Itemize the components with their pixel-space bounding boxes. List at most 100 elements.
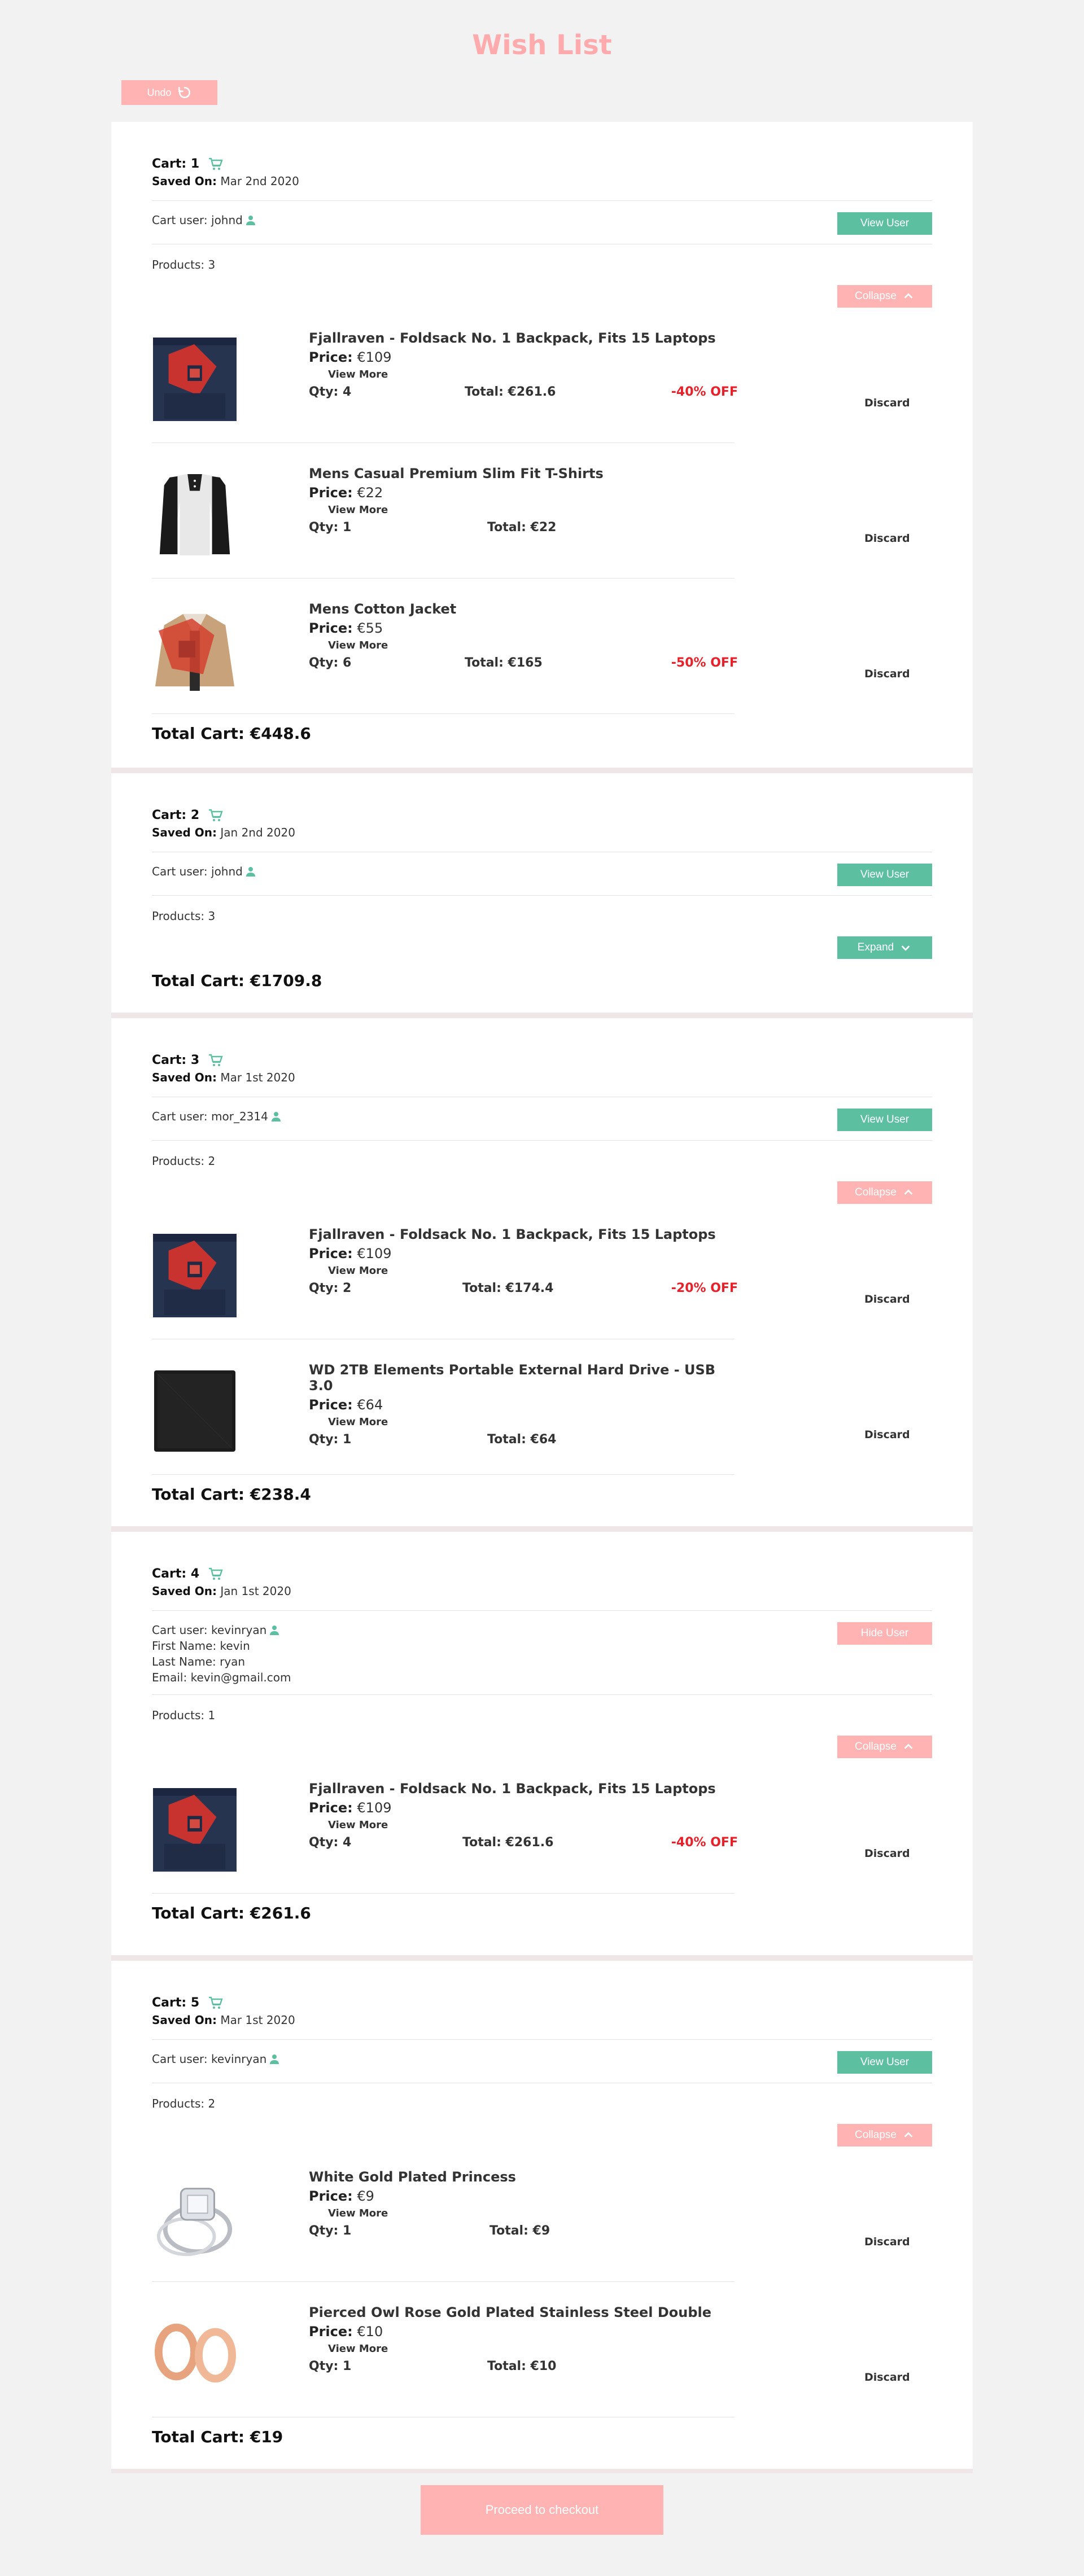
product-item: Fjallraven - Foldsack No. 1 Backpack, Fi… (152, 308, 932, 443)
saved-on-date: Jan 1st 2020 (220, 1584, 291, 1598)
cart-title: Cart: 3 (152, 1053, 200, 1067)
collapse-button[interactable]: Collapse (837, 1736, 932, 1758)
undo-icon (178, 87, 190, 98)
discard-button[interactable]: Discard (864, 1293, 910, 1305)
price-label: Price: (309, 349, 353, 365)
price-label: Price: (309, 2188, 353, 2204)
product-item: WD 2TB Elements Portable External Hard D… (152, 1339, 932, 1475)
product-name: WD 2TB Elements Portable External Hard D… (309, 1362, 716, 1394)
proceed-to-checkout-button[interactable]: Proceed to checkout (421, 2485, 663, 2535)
discard-button[interactable]: Discard (864, 2371, 910, 2384)
chevron-up-icon (904, 1743, 913, 1749)
view-user-button[interactable]: View User (837, 864, 932, 886)
product-price: €9 (357, 2188, 374, 2204)
cart-title: Cart: 1 (152, 157, 200, 171)
cart-user-name: mor_2314 (211, 1110, 268, 1123)
product-total: Total: €9 (489, 2224, 550, 2238)
view-more-link[interactable]: View More (328, 2207, 738, 2219)
shopping-cart-icon (209, 157, 223, 170)
user-icon (246, 216, 255, 225)
cart-total: Total Cart: €238.4 (152, 1485, 311, 1504)
view-more-link[interactable]: View More (328, 369, 738, 380)
product-name: Pierced Owl Rose Gold Plated Stainless S… (309, 2305, 712, 2320)
view-user-button[interactable]: View User (837, 2051, 932, 2074)
discard-button[interactable]: Discard (864, 2236, 910, 2248)
product-qty: Qty: 6 (309, 656, 352, 670)
page-title: Wish List (472, 29, 612, 61)
product-name: Mens Casual Premium Slim Fit T-Shirts (309, 466, 604, 481)
collapse-button[interactable]: Collapse (837, 2124, 932, 2146)
view-more-link[interactable]: View More (328, 2343, 738, 2355)
view-more-link[interactable]: View More (328, 1819, 738, 1831)
user-first-name: First Name: kevin (152, 1639, 250, 1653)
undo-button[interactable]: Undo (121, 80, 217, 105)
chevron-down-icon (901, 945, 910, 951)
rose-gold-earrings-image (153, 2312, 237, 2395)
discard-button[interactable]: Discard (864, 397, 910, 409)
discard-button[interactable]: Discard (864, 1847, 910, 1860)
cart-user-label: Cart user: (152, 1110, 208, 1123)
price-label: Price: (309, 1246, 353, 1261)
cart-card: Cart: 4 Saved On: Jan 1st 2020 Cart user… (111, 1532, 973, 1955)
saved-on-date: Mar 2nd 2020 (220, 174, 299, 188)
cart-title: Cart: 5 (152, 1996, 200, 2010)
products-count: Products: 2 (152, 2097, 216, 2110)
shopping-cart-icon (209, 1054, 223, 1066)
hard-drive-image (153, 1369, 237, 1453)
product-qty: Qty: 4 (309, 1835, 352, 1850)
ring-image (153, 2176, 237, 2260)
discard-button[interactable]: Discard (864, 668, 910, 680)
product-name: Mens Cotton Jacket (309, 601, 457, 617)
user-icon (270, 1626, 279, 1635)
chevron-up-icon (904, 2132, 913, 2137)
cart-user-name: kevinryan (211, 1623, 267, 1637)
product-item: Fjallraven - Foldsack No. 1 Backpack, Fi… (152, 1758, 932, 1894)
view-more-link[interactable]: View More (328, 1265, 738, 1277)
shopping-cart-icon (209, 1567, 223, 1580)
product-price: €22 (357, 485, 383, 501)
view-user-button[interactable]: View User (837, 1109, 932, 1131)
discard-button[interactable]: Discard (864, 1429, 910, 1441)
view-more-link[interactable]: View More (328, 504, 738, 516)
user-icon (270, 2054, 279, 2064)
cart-total: Total Cart: €1709.8 (152, 971, 322, 990)
view-more-link[interactable]: View More (328, 639, 738, 651)
product-price: €10 (357, 2324, 383, 2340)
user-email: Email: kevin@gmail.com (152, 1671, 291, 1684)
cart-card: Cart: 2 Saved On: Jan 2nd 2020 Cart user… (111, 773, 973, 1013)
collapse-button[interactable]: Collapse (837, 1181, 932, 1204)
cart-user-label: Cart user: (152, 1623, 208, 1637)
view-more-link[interactable]: View More (328, 1416, 738, 1428)
expand-button[interactable]: Expand (837, 936, 932, 959)
product-total: Total: €22 (487, 520, 557, 535)
product-total: Total: €261.6 (462, 1835, 554, 1850)
collapse-button[interactable]: Collapse (837, 285, 932, 308)
user-last-name: Last Name: ryan (152, 1655, 246, 1668)
product-item: Mens Cotton Jacket Price: €55 View More … (152, 579, 932, 714)
discount-badge: -50% OFF (671, 656, 738, 670)
product-item: Pierced Owl Rose Gold Plated Stainless S… (152, 2282, 932, 2417)
product-qty: Qty: 1 (309, 520, 352, 535)
cart-user-name: johnd (211, 213, 243, 227)
backpack-image (153, 1788, 237, 1872)
jacket-image (153, 608, 237, 692)
price-label: Price: (309, 1397, 353, 1413)
product-qty: Qty: 1 (309, 2224, 352, 2238)
products-count: Products: 3 (152, 258, 216, 271)
product-item: Mens Casual Premium Slim Fit T-Shirts Pr… (152, 443, 932, 579)
discard-button[interactable]: Discard (864, 532, 910, 545)
shopping-cart-icon (209, 1996, 223, 2009)
view-user-button[interactable]: View User (837, 212, 932, 235)
price-label: Price: (309, 2324, 353, 2340)
product-price: €55 (357, 620, 383, 636)
discount-badge: -20% OFF (671, 1281, 738, 1295)
product-name: Fjallraven - Foldsack No. 1 Backpack, Fi… (309, 1781, 716, 1797)
cart-title: Cart: 2 (152, 808, 200, 822)
backpack-image (153, 1234, 237, 1317)
discount-badge: -40% OFF (671, 1835, 738, 1850)
saved-on-date: Jan 2nd 2020 (220, 826, 295, 839)
cart-card: Cart: 5 Saved On: Mar 1st 2020 Cart user… (111, 1961, 973, 2469)
price-label: Price: (309, 485, 353, 501)
hide-user-button[interactable]: Hide User (837, 1622, 932, 1645)
saved-on-label: Saved On: (152, 174, 217, 188)
